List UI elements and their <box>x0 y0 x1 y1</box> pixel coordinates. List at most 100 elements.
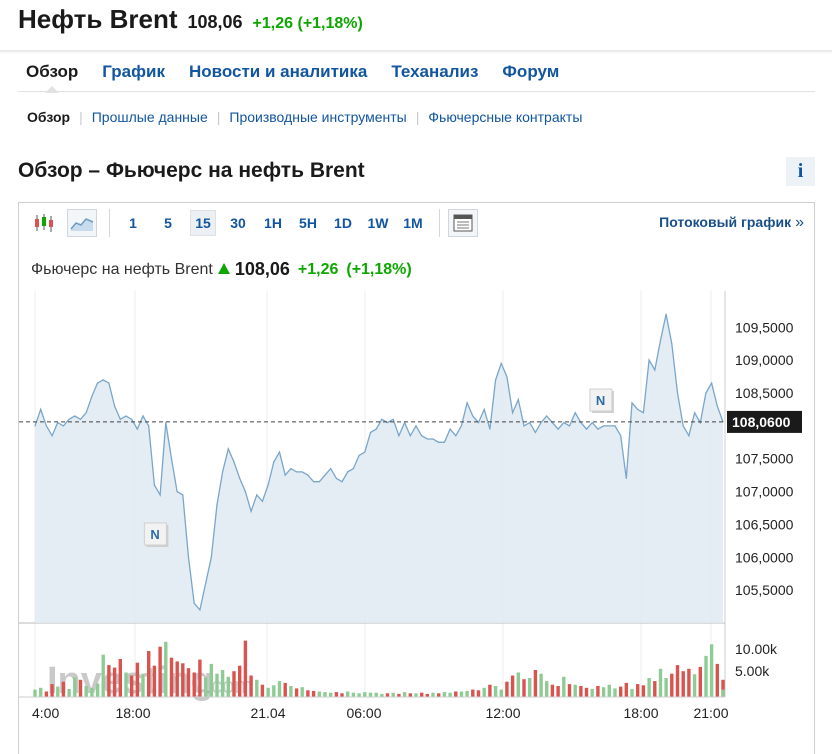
volume-bar <box>357 693 361 697</box>
price-point <box>119 418 121 420</box>
price-point <box>426 438 428 440</box>
price-point <box>585 428 588 430</box>
price-point <box>512 412 514 414</box>
price-point <box>34 425 36 427</box>
price-point <box>153 484 155 486</box>
price-point <box>563 422 565 424</box>
price-point <box>637 408 639 410</box>
subtab-derivatives[interactable]: Производные инструменты <box>229 109 406 125</box>
price-point <box>557 428 559 430</box>
price-point <box>193 602 195 604</box>
info-icon[interactable]: i <box>786 157 815 186</box>
volume-bar <box>482 687 486 697</box>
volume-bar <box>164 641 168 697</box>
volume-bar <box>294 688 299 697</box>
volume-bar <box>505 681 509 697</box>
volume-bar <box>641 685 646 697</box>
price-point <box>51 435 53 437</box>
price-point <box>301 471 303 473</box>
price-area <box>35 314 723 623</box>
y-tick-label: 109,5000 <box>735 319 794 335</box>
volume-bar <box>73 677 77 697</box>
volume-bar <box>653 681 657 697</box>
y-tick-label: 108,5000 <box>735 385 794 401</box>
volume-bar <box>408 693 412 697</box>
news-marker[interactable]: N <box>143 522 169 547</box>
volume-bar <box>437 693 441 697</box>
volume-bar <box>493 686 498 697</box>
volume-bar <box>385 693 390 697</box>
price-point <box>625 477 627 479</box>
price-point <box>222 471 224 473</box>
instrument-header: Нефть Brent 108,06 +1,26 (+1,18%) <box>18 4 363 35</box>
news-marker-label: N <box>596 393 605 408</box>
subtab-futures-contracts[interactable]: Фьючерсные контракты <box>428 109 582 125</box>
volume-bar <box>709 644 714 697</box>
volume-bar <box>368 692 373 697</box>
price-point <box>495 379 497 381</box>
volume-bar <box>232 671 236 697</box>
price-point <box>330 468 332 470</box>
subtab-overview[interactable]: Обзор <box>27 109 70 125</box>
price-point <box>210 556 212 558</box>
tab-forum[interactable]: Форум <box>494 52 567 92</box>
price-point <box>142 415 144 417</box>
price-point <box>335 477 337 479</box>
price-point <box>176 491 178 493</box>
price-point <box>136 428 138 430</box>
volume-bar <box>619 686 623 697</box>
volume-bar <box>351 692 356 697</box>
price-point <box>347 471 349 473</box>
price-point <box>432 438 434 440</box>
volume-bar <box>573 684 577 697</box>
volume-bar <box>567 684 572 697</box>
tab-overview[interactable]: Обзор <box>18 52 86 93</box>
price-point <box>716 405 718 407</box>
tab-news-analytics[interactable]: Новости и аналитика <box>181 52 375 92</box>
volume-bar <box>442 692 447 697</box>
volume-bar <box>550 684 555 697</box>
volume-bar <box>152 665 157 697</box>
price-point <box>91 395 93 397</box>
volume-bar <box>158 646 162 697</box>
volume-bar <box>528 678 532 697</box>
x-tick-label: 21:00 <box>693 705 728 721</box>
volume-bar <box>687 668 691 697</box>
volume-bar <box>90 687 94 697</box>
price-point <box>358 454 360 456</box>
price-point <box>182 494 184 496</box>
volume-bar <box>584 687 589 697</box>
news-marker[interactable]: N <box>589 388 614 413</box>
volume-bar <box>306 690 310 697</box>
price-point <box>523 425 525 427</box>
price-point <box>284 474 286 476</box>
volume-bar <box>715 663 719 697</box>
volume-bar <box>590 689 594 697</box>
price-point <box>415 425 417 427</box>
x-tick-label: 06:00 <box>346 705 381 721</box>
price-point <box>671 343 673 345</box>
volume-bar <box>141 673 145 697</box>
volume-bar <box>465 690 469 697</box>
volume-bar <box>272 685 276 697</box>
volume-bar <box>613 688 617 697</box>
price-point <box>472 415 474 417</box>
volume-bar <box>414 693 418 697</box>
price-point <box>421 435 423 437</box>
price-point <box>688 435 690 437</box>
tab-technical-analysis[interactable]: Теханализ <box>383 52 486 92</box>
volume-bar <box>209 663 213 697</box>
price-point <box>261 500 263 502</box>
price-chart[interactable]: Investing.com109,5000109,0000108,5000107… <box>19 203 814 754</box>
volume-bar <box>198 659 202 697</box>
subtab-historical-data[interactable]: Прошлые данные <box>92 109 208 125</box>
tab-chart[interactable]: График <box>94 52 173 92</box>
price-point <box>603 425 605 427</box>
price-point <box>131 418 133 420</box>
volume-bar <box>579 686 583 697</box>
price-point <box>256 494 258 496</box>
x-tick-label: 18:00 <box>115 705 150 721</box>
volume-bar <box>311 690 316 697</box>
volume-bar <box>636 684 640 697</box>
price-point <box>443 441 445 443</box>
